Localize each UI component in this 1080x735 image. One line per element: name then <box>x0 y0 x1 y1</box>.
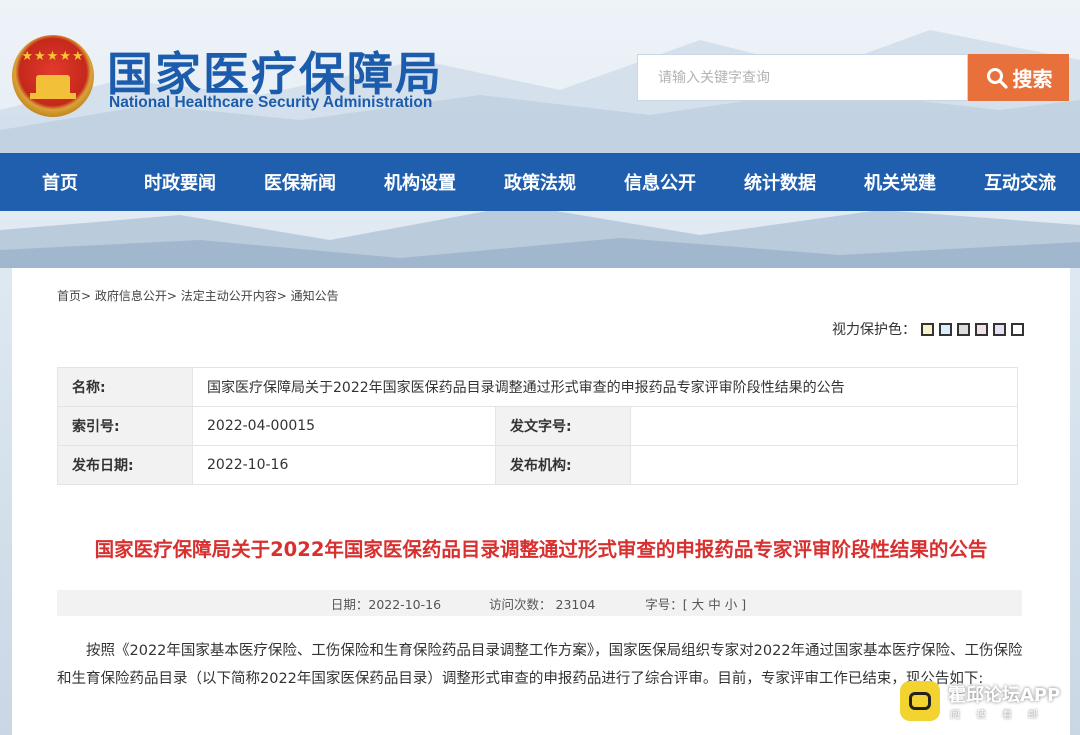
meta-row-index: 索引号: 2022-04-00015 发文字号: <box>57 406 1018 446</box>
nav-item-home[interactable]: 首页 <box>0 153 120 211</box>
color-swatch-white[interactable] <box>1011 322 1024 336</box>
color-swatch-blue[interactable] <box>939 322 952 336</box>
meta-doc-no-value <box>630 406 1018 446</box>
nav-item-information[interactable]: 信息公开 <box>600 153 720 211</box>
search-button-label: 搜索 <box>1012 67 1053 91</box>
search-icon <box>986 67 1008 89</box>
eye-protection-label: 视力保护色： <box>832 322 916 338</box>
nav-item-party[interactable]: 机关党建 <box>840 153 960 211</box>
nav-item-interaction[interactable]: 互动交流 <box>960 153 1080 211</box>
font-size-end: ] <box>741 596 747 612</box>
national-emblem-icon[interactable]: ★★★★★ <box>12 35 94 117</box>
color-swatch-gray[interactable] <box>957 322 970 336</box>
document-meta-table: 名称: 国家医疗保障局关于2022年国家医保药品目录调整通过形式审查的申报药品专… <box>57 367 1018 485</box>
article-visits: 访问次数： 23104 <box>489 596 596 612</box>
meta-name-value: 国家医疗保障局关于2022年国家医保药品目录调整通过形式审查的申报药品专家评审阶… <box>192 367 1018 407</box>
font-size-control: 字号：[ 大中小] <box>643 594 748 613</box>
breadcrumb-home[interactable]: 首页> <box>57 289 91 303</box>
breadcrumb-notices[interactable]: 通知公告 <box>291 289 339 303</box>
search-button[interactable]: 搜索 <box>968 54 1069 101</box>
watermark-subtitle: 阅读看邮 <box>950 710 1054 721</box>
nav-item-policies[interactable]: 政策法规 <box>480 153 600 211</box>
article-title: 国家医疗保障局关于2022年国家医保药品目录调整通过形式审查的申报药品专家评审阶… <box>94 538 988 561</box>
color-swatch-yellow[interactable] <box>921 322 934 336</box>
nav-item-statistics[interactable]: 统计数据 <box>720 153 840 211</box>
nav-item-insurance-news[interactable]: 医保新闻 <box>240 153 360 211</box>
app-watermark: 霍邱论坛APP 阅读看邮 <box>898 677 1080 735</box>
site-title-en: National Healthcare Security Administrat… <box>109 94 433 111</box>
eye-protection-colors: 视力保护色： <box>832 319 1024 339</box>
color-swatch-pink[interactable] <box>975 322 988 336</box>
nav-item-politics-news[interactable]: 时政要闻 <box>120 153 240 211</box>
meta-org-value <box>630 445 1018 485</box>
chat-app-icon <box>900 681 940 721</box>
font-size-small[interactable]: 小 <box>725 597 738 612</box>
content-panel: 首页> 政府信息公开> 法定主动公开内容> 通知公告 视力保护色： 名称: 国家… <box>12 268 1070 735</box>
watermark-title: 霍邱论坛APP <box>948 685 1061 706</box>
breadcrumb: 首页> 政府信息公开> 法定主动公开内容> 通知公告 <box>57 287 339 304</box>
font-size-label: 字号：[ <box>645 596 688 612</box>
article-paragraph: 按照《2022年国家基本医疗保险、工伤保险和生育保险药品目录调整工作方案》，国家… <box>57 643 1023 687</box>
meta-doc-no-label: 发文字号: <box>495 406 631 446</box>
meta-date-label: 发布日期: <box>57 445 193 485</box>
meta-name-label: 名称: <box>57 367 193 407</box>
search-input[interactable] <box>638 55 967 100</box>
color-swatch-purple[interactable] <box>993 322 1006 336</box>
nav-item-organization[interactable]: 机构设置 <box>360 153 480 211</box>
site-header: ★★★★★ 国家医疗保障局 National Healthcare Securi… <box>0 0 1080 153</box>
breadcrumb-legal-content[interactable]: 法定主动公开内容> <box>181 289 287 303</box>
font-size-medium[interactable]: 中 <box>708 597 721 612</box>
meta-index-value: 2022-04-00015 <box>192 406 496 446</box>
main-nav: 首页 时政要闻 医保新闻 机构设置 政策法规 信息公开 统计数据 机关党建 互动… <box>0 153 1080 211</box>
meta-index-label: 索引号: <box>57 406 193 446</box>
article-date: 日期：2022-10-16 <box>330 596 442 612</box>
article-info-bar: 日期：2022-10-16 访问次数： 23104 字号：[ 大中小] <box>57 590 1022 616</box>
font-size-large[interactable]: 大 <box>692 597 705 612</box>
meta-row-date: 发布日期: 2022-10-16 发布机构: <box>57 445 1018 485</box>
meta-row-name: 名称: 国家医疗保障局关于2022年国家医保药品目录调整通过形式审查的申报药品专… <box>57 367 1018 407</box>
breadcrumb-gov-info[interactable]: 政府信息公开> <box>95 289 177 303</box>
meta-date-value: 2022-10-16 <box>192 445 496 485</box>
article-body: 按照《2022年国家基本医疗保险、工伤保险和生育保险药品目录调整工作方案》，国家… <box>57 638 1027 693</box>
search-box <box>637 54 968 101</box>
meta-org-label: 发布机构: <box>495 445 631 485</box>
